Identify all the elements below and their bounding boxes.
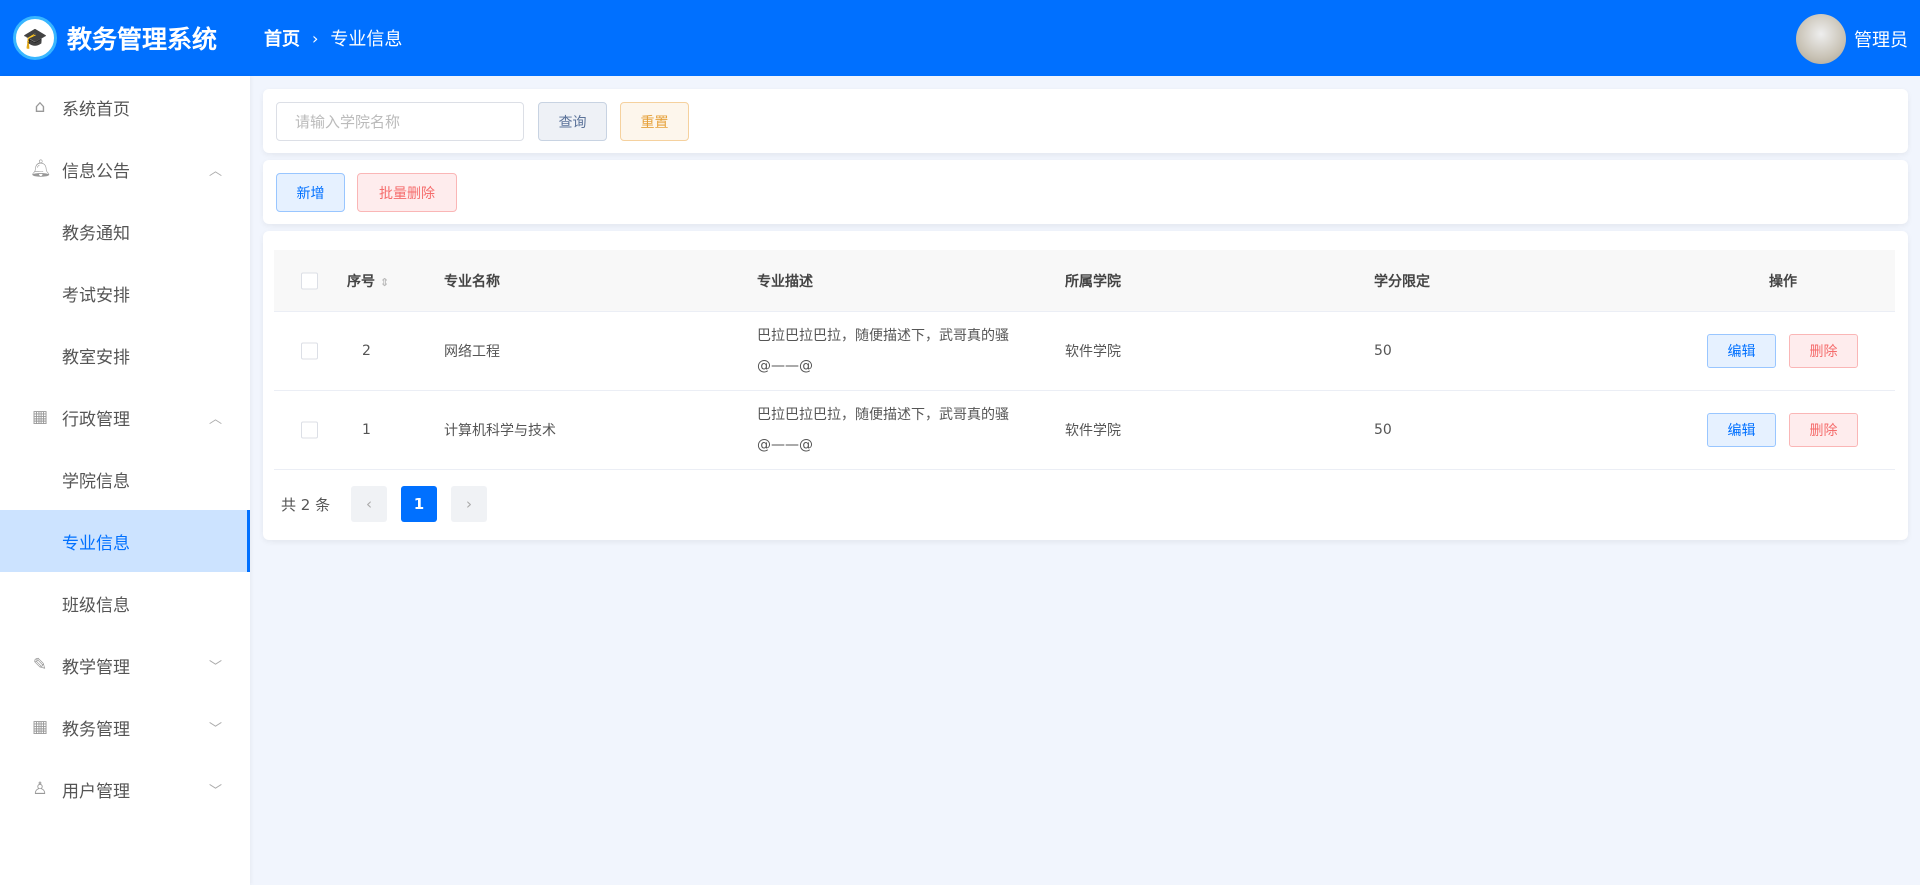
sidebar-item-1[interactable]: 🔔︎ 信息公告 ︿: [0, 138, 250, 200]
sidebar-item-label: 用户管理: [62, 781, 130, 802]
home-icon: ⌂: [34, 97, 46, 117]
chevron-up-icon: ︿: [208, 163, 222, 179]
sidebar-item-3[interactable]: 考试安排: [0, 262, 250, 324]
row-description: 巴拉巴拉巴拉，随便描述下，武哥真的骚 @——@: [757, 321, 1009, 381]
total-count: 共 2 条: [281, 495, 331, 514]
row-credits: 50: [1374, 422, 1392, 438]
building-icon: ▦: [31, 407, 49, 427]
delete-button[interactable]: 删除: [1789, 413, 1858, 447]
app-title: 教务管理系统: [67, 25, 218, 54]
top-bar: 🎓 教务管理系统 首页 › 专业信息 管理员: [0, 0, 1920, 76]
sidebar-item-0[interactable]: ⌂ 系统首页: [0, 76, 250, 138]
table-card: 序号 ⇕ 专业名称 专业描述 所属学院 学分限定 操作 2 网络工程 巴拉巴拉巴…: [263, 231, 1908, 540]
sidebar-item-6[interactable]: 学院信息: [0, 448, 250, 510]
sidebar-item-label: 系统首页: [62, 99, 130, 120]
sidebar-item-9[interactable]: ✎ 教学管理 ﹀: [0, 634, 250, 696]
page-1-button[interactable]: 1: [401, 486, 437, 522]
description-line: 巴拉巴拉巴拉，随便描述下，武哥真的骚: [757, 407, 1009, 423]
avatar[interactable]: [1796, 14, 1846, 64]
row-id: 2: [362, 343, 371, 359]
delete-button[interactable]: 删除: [1789, 334, 1858, 368]
breadcrumb-current: 专业信息: [330, 29, 403, 50]
sidebar-item-2[interactable]: 教务通知: [0, 200, 250, 262]
chevron-down-icon: ﹀: [208, 721, 222, 737]
prev-page-button[interactable]: ‹: [351, 486, 387, 522]
sidebar-item-10[interactable]: ▦ 教务管理 ﹀: [0, 696, 250, 758]
sidebar-item-8[interactable]: 班级信息: [0, 572, 250, 634]
user-name[interactable]: 管理员: [1854, 26, 1908, 52]
sidebar-item-label: 教务通知: [62, 223, 130, 244]
chevron-down-icon: ﹀: [208, 783, 222, 799]
reset-button[interactable]: 重置: [620, 102, 689, 141]
sidebar-item-label: 考试安排: [62, 285, 130, 306]
row-college: 软件学院: [1065, 344, 1121, 360]
query-button[interactable]: 查询: [538, 102, 607, 141]
row-name: 网络工程: [444, 344, 500, 360]
sort-icon[interactable]: ⇕: [380, 276, 389, 289]
breadcrumb-home[interactable]: 首页: [264, 25, 300, 51]
bell-icon: 🔔︎: [30, 159, 52, 179]
row-credits: 50: [1374, 343, 1392, 359]
sidebar-item-5[interactable]: ▦ 行政管理 ︿: [0, 386, 250, 448]
column-header-description: 专业描述: [757, 273, 813, 290]
row-checkbox[interactable]: [301, 342, 318, 360]
table-row: 2 网络工程 巴拉巴拉巴拉，随便描述下，武哥真的骚 @——@ 软件学院 50 编辑…: [274, 312, 1895, 391]
chevron-down-icon: ﹀: [208, 659, 222, 675]
sidebar-item-label: 教室安排: [62, 347, 130, 368]
logo-icon: 🎓: [13, 16, 57, 60]
college-name-search-input[interactable]: [276, 102, 524, 141]
batch-delete-button[interactable]: 批量删除: [357, 173, 457, 212]
sidebar-item-label: 教学管理: [62, 657, 130, 678]
user-icon: ♙: [32, 779, 48, 799]
row-college: 软件学院: [1065, 423, 1121, 439]
row-checkbox[interactable]: [301, 421, 318, 439]
user-menu[interactable]: 管理员: [1796, 14, 1908, 64]
search-card: 查询 重置: [263, 89, 1908, 153]
select-all-checkbox[interactable]: [301, 272, 318, 289]
sidebar-item-label: 信息公告: [62, 161, 130, 182]
sidebar-item-label: 行政管理: [62, 409, 130, 430]
row-name: 计算机科学与技术: [444, 423, 556, 439]
description-line: 巴拉巴拉巴拉，随便描述下，武哥真的骚: [757, 328, 1009, 344]
description-line: @——@: [757, 437, 813, 453]
next-page-button[interactable]: ›: [451, 486, 487, 522]
sidebar-item-7[interactable]: 专业信息: [0, 510, 250, 572]
sidebar-item-label: 学院信息: [62, 471, 130, 492]
sidebar-item-label: 教务管理: [62, 719, 130, 740]
sidebar: ⌂ 系统首页 🔔︎ 信息公告 ︿ 教务通知考试安排教室安排 ▦ 行政管理 ︿ 学院信息专业信息班级…: [0, 76, 250, 885]
breadcrumb: 首页 › 专业信息: [264, 25, 402, 51]
add-button[interactable]: 新增: [276, 173, 345, 212]
pagination: 共 2 条: [281, 486, 330, 522]
description-line: @——@: [757, 358, 813, 374]
column-header-college: 所属学院: [1065, 273, 1121, 290]
column-id-label: 序号: [347, 273, 375, 290]
sidebar-item-4[interactable]: 教室安排: [0, 324, 250, 386]
chevron-right-icon: ›: [312, 28, 319, 48]
action-card: 新增 批量删除: [263, 160, 1908, 224]
row-id: 1: [362, 422, 371, 438]
edit-button[interactable]: 编辑: [1707, 334, 1776, 368]
edit-icon: ✎: [32, 655, 48, 675]
column-header-id[interactable]: 序号 ⇕: [347, 271, 389, 291]
sidebar-item-11[interactable]: ♙ 用户管理 ﹀: [0, 758, 250, 820]
sidebar-item-label: 专业信息: [62, 533, 130, 554]
column-header-name: 专业名称: [444, 273, 500, 290]
column-header-actions: 操作: [1769, 273, 1797, 290]
row-description: 巴拉巴拉巴拉，随便描述下，武哥真的骚 @——@: [757, 400, 1009, 460]
chevron-up-icon: ︿: [208, 411, 222, 427]
calendar-icon: ▦: [31, 717, 49, 737]
column-header-credits: 学分限定: [1374, 273, 1430, 290]
sidebar-item-label: 班级信息: [62, 595, 130, 616]
table-row: 1 计算机科学与技术 巴拉巴拉巴拉，随便描述下，武哥真的骚 @——@ 软件学院 5…: [274, 391, 1895, 470]
table-header: 序号 ⇕ 专业名称 专业描述 所属学院 学分限定 操作: [274, 250, 1895, 312]
edit-button[interactable]: 编辑: [1707, 413, 1776, 447]
